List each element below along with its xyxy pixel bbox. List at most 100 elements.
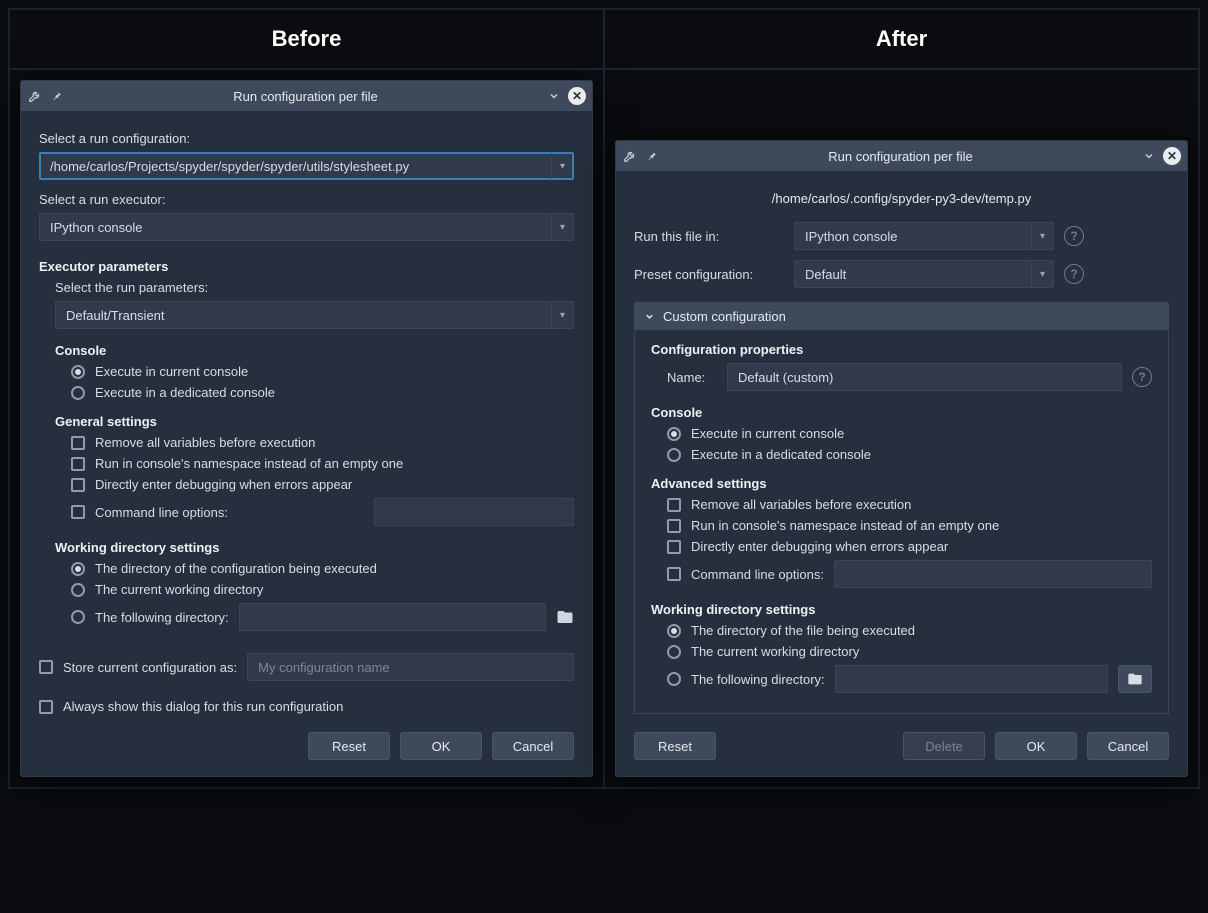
- store-as-input[interactable]: [247, 653, 574, 681]
- check-always-show[interactable]: Always show this dialog for this run con…: [39, 699, 574, 714]
- check-remove-vars[interactable]: Remove all variables before execution: [71, 435, 574, 450]
- run-params-select[interactable]: Default/Transient ▾: [55, 301, 574, 329]
- check-run-ns[interactable]: Run in console's namespace instead of an…: [71, 456, 574, 471]
- checkbox-icon: [667, 519, 681, 533]
- radio-wd-file[interactable]: The directory of the file being executed: [667, 623, 1152, 638]
- cmdline-input[interactable]: [374, 498, 574, 526]
- preset-label: Preset configuration:: [634, 267, 784, 282]
- radio-wd-file-label: The directory of the file being executed: [691, 623, 915, 638]
- check-cmdline-after-label: Command line options:: [691, 567, 824, 582]
- help-icon[interactable]: ?: [1064, 226, 1084, 246]
- pin-icon[interactable]: [644, 148, 660, 164]
- checkbox-icon: [71, 505, 85, 519]
- check-remove-vars-after[interactable]: Remove all variables before execution: [667, 497, 1152, 512]
- console-heading-after: Console: [651, 405, 1152, 420]
- checkbox-icon: [39, 660, 53, 674]
- radio-icon: [667, 448, 681, 462]
- reset-button-after[interactable]: Reset: [634, 732, 716, 760]
- help-icon[interactable]: ?: [1132, 367, 1152, 387]
- general-settings-heading: General settings: [55, 414, 574, 429]
- radio-wd-cwd-after-label: The current working directory: [691, 644, 859, 659]
- radio-icon: [71, 365, 85, 379]
- radio-icon: [667, 645, 681, 659]
- ok-button[interactable]: OK: [400, 732, 482, 760]
- check-run-ns-after-label: Run in console's namespace instead of an…: [691, 518, 999, 533]
- cancel-button-after[interactable]: Cancel: [1087, 732, 1169, 760]
- radio-exec-dedicated[interactable]: Execute in a dedicated console: [71, 385, 574, 400]
- run-config-value: /home/carlos/Projects/spyder/spyder/spyd…: [40, 159, 551, 174]
- run-in-select[interactable]: IPython console ▾: [794, 222, 1054, 250]
- cmdline-input-after[interactable]: [834, 560, 1152, 588]
- console-heading: Console: [55, 343, 574, 358]
- radio-wd-cwd-after[interactable]: The current working directory: [667, 644, 1152, 659]
- name-label: Name:: [667, 370, 717, 385]
- select-config-label: Select a run configuration:: [39, 131, 574, 146]
- browse-folder-button[interactable]: [1118, 665, 1152, 693]
- radio-exec-dedicated-after[interactable]: Execute in a dedicated console: [667, 447, 1152, 462]
- preset-select[interactable]: Default ▾: [794, 260, 1054, 288]
- check-store-as[interactable]: Store current configuration as:: [39, 653, 574, 681]
- chevron-down-icon[interactable]: [546, 88, 562, 104]
- name-input[interactable]: [727, 363, 1122, 391]
- dialog-title-before: Run configuration per file: [71, 89, 540, 104]
- run-executor-select[interactable]: IPython console ▾: [39, 213, 574, 241]
- ok-button-after[interactable]: OK: [995, 732, 1077, 760]
- select-params-label: Select the run parameters:: [39, 280, 574, 295]
- radio-wd-following-label: The following directory:: [95, 610, 229, 625]
- radio-exec-dedicated-after-label: Execute in a dedicated console: [691, 447, 871, 462]
- cancel-button[interactable]: Cancel: [492, 732, 574, 760]
- check-debug-errors-after[interactable]: Directly enter debugging when errors app…: [667, 539, 1152, 554]
- check-cmdline[interactable]: Command line options:: [71, 498, 574, 526]
- select-executor-label: Select a run executor:: [39, 192, 574, 207]
- run-config-select[interactable]: /home/carlos/Projects/spyder/spyder/spyd…: [39, 152, 574, 180]
- check-debug-errors-after-label: Directly enter debugging when errors app…: [691, 539, 948, 554]
- radio-wd-config-label: The directory of the configuration being…: [95, 561, 377, 576]
- close-icon[interactable]: ✕: [1163, 147, 1181, 165]
- wd-path-input-after[interactable]: [835, 665, 1108, 693]
- radio-wd-cwd[interactable]: The current working directory: [71, 582, 574, 597]
- run-in-value: IPython console: [795, 229, 1031, 244]
- check-remove-vars-after-label: Remove all variables before execution: [691, 497, 911, 512]
- radio-exec-current-after-label: Execute in current console: [691, 426, 844, 441]
- file-path-label: /home/carlos/.config/spyder-py3-dev/temp…: [634, 191, 1169, 206]
- checkbox-icon: [71, 478, 85, 492]
- pin-icon[interactable]: [49, 88, 65, 104]
- radio-icon: [667, 427, 681, 441]
- check-debug-errors[interactable]: Directly enter debugging when errors app…: [71, 477, 574, 492]
- radio-wd-following-after-label: The following directory:: [691, 672, 825, 687]
- chevron-down-icon: ▾: [1031, 223, 1053, 249]
- radio-wd-following[interactable]: The following directory:: [71, 603, 574, 631]
- custom-config-toggle[interactable]: Custom configuration: [634, 302, 1169, 330]
- close-icon[interactable]: ✕: [568, 87, 586, 105]
- reset-button[interactable]: Reset: [308, 732, 390, 760]
- dialog-titlebar-before: Run configuration per file ✕: [21, 81, 592, 111]
- check-store-as-label: Store current configuration as:: [63, 660, 237, 675]
- preset-value: Default: [795, 267, 1031, 282]
- check-always-show-label: Always show this dialog for this run con…: [63, 699, 343, 714]
- help-icon[interactable]: ?: [1064, 264, 1084, 284]
- before-header: Before: [9, 9, 604, 69]
- radio-exec-current-after[interactable]: Execute in current console: [667, 426, 1152, 441]
- folder-icon[interactable]: [556, 608, 574, 626]
- radio-wd-following-after[interactable]: The following directory:: [667, 665, 1152, 693]
- radio-icon: [667, 624, 681, 638]
- check-debug-errors-label: Directly enter debugging when errors app…: [95, 477, 352, 492]
- checkbox-icon: [39, 700, 53, 714]
- radio-exec-current[interactable]: Execute in current console: [71, 364, 574, 379]
- check-run-ns-after[interactable]: Run in console's namespace instead of an…: [667, 518, 1152, 533]
- after-header: After: [604, 9, 1199, 69]
- radio-icon: [71, 562, 85, 576]
- run-executor-value: IPython console: [40, 220, 551, 235]
- custom-config-label: Custom configuration: [663, 309, 786, 324]
- wd-heading: Working directory settings: [55, 540, 574, 555]
- radio-icon: [71, 610, 85, 624]
- wd-heading-after: Working directory settings: [651, 602, 1152, 617]
- checkbox-icon: [71, 436, 85, 450]
- chevron-down-icon: ▾: [551, 214, 573, 240]
- radio-icon: [71, 386, 85, 400]
- radio-wd-config[interactable]: The directory of the configuration being…: [71, 561, 574, 576]
- check-cmdline-after[interactable]: Command line options:: [667, 560, 1152, 588]
- wd-path-input[interactable]: [239, 603, 546, 631]
- delete-button: Delete: [903, 732, 985, 760]
- chevron-down-icon[interactable]: [1141, 148, 1157, 164]
